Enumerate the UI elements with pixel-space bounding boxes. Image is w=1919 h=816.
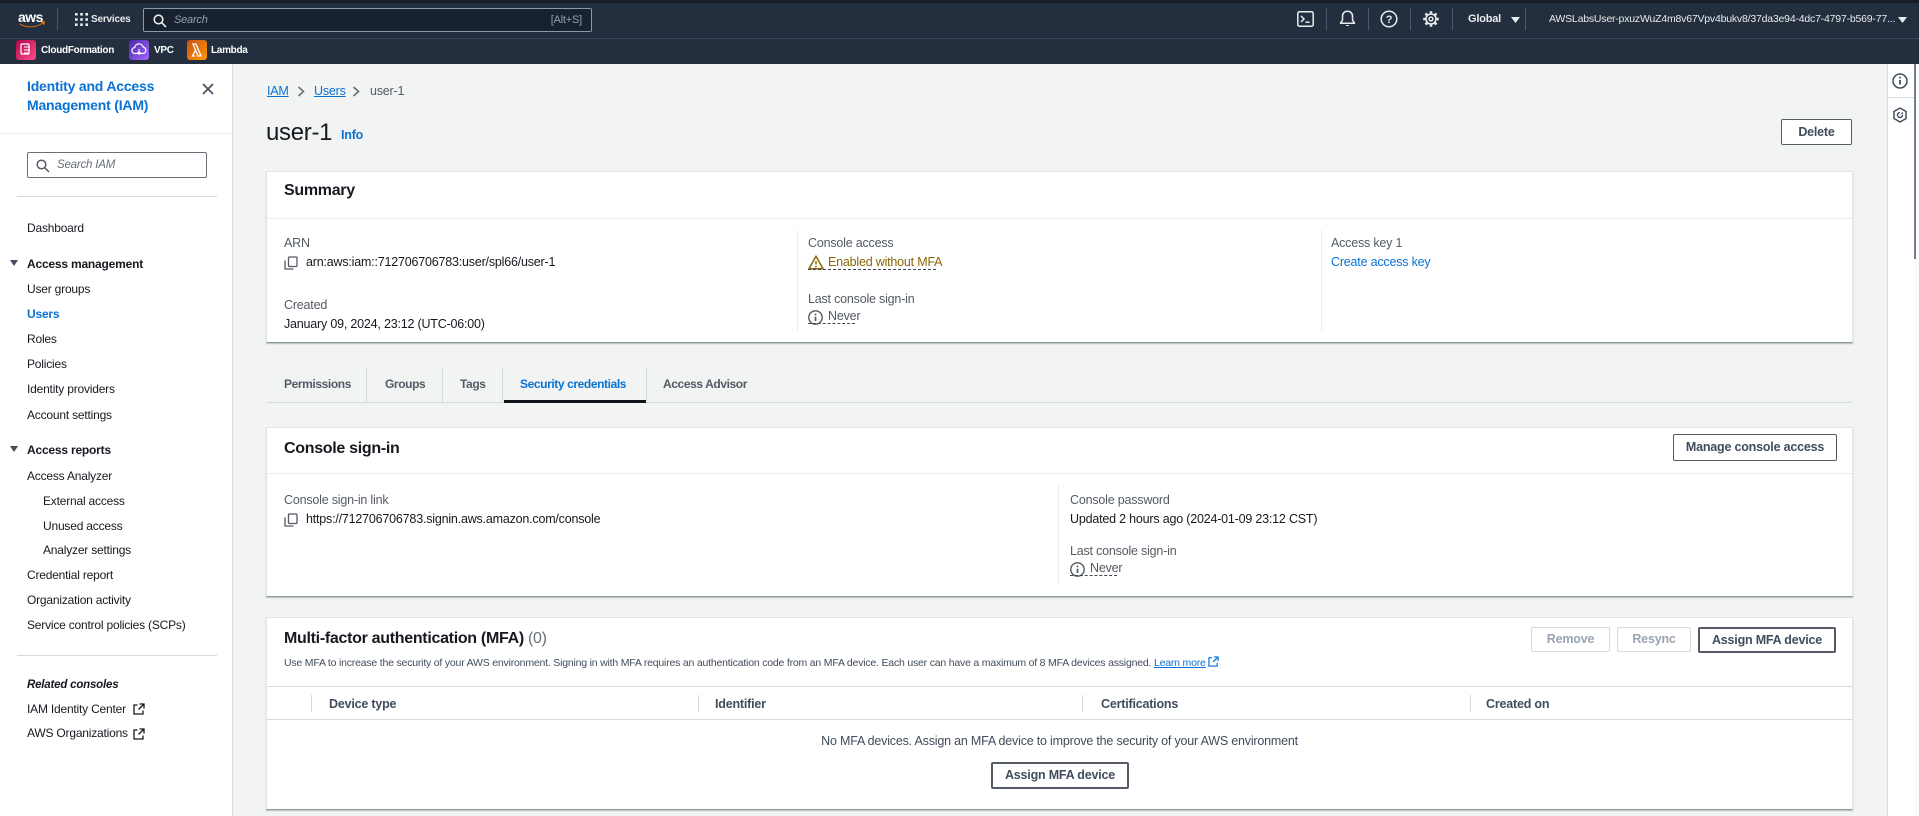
svg-text:aws: aws (18, 9, 44, 25)
svg-text:?: ? (1386, 14, 1393, 26)
